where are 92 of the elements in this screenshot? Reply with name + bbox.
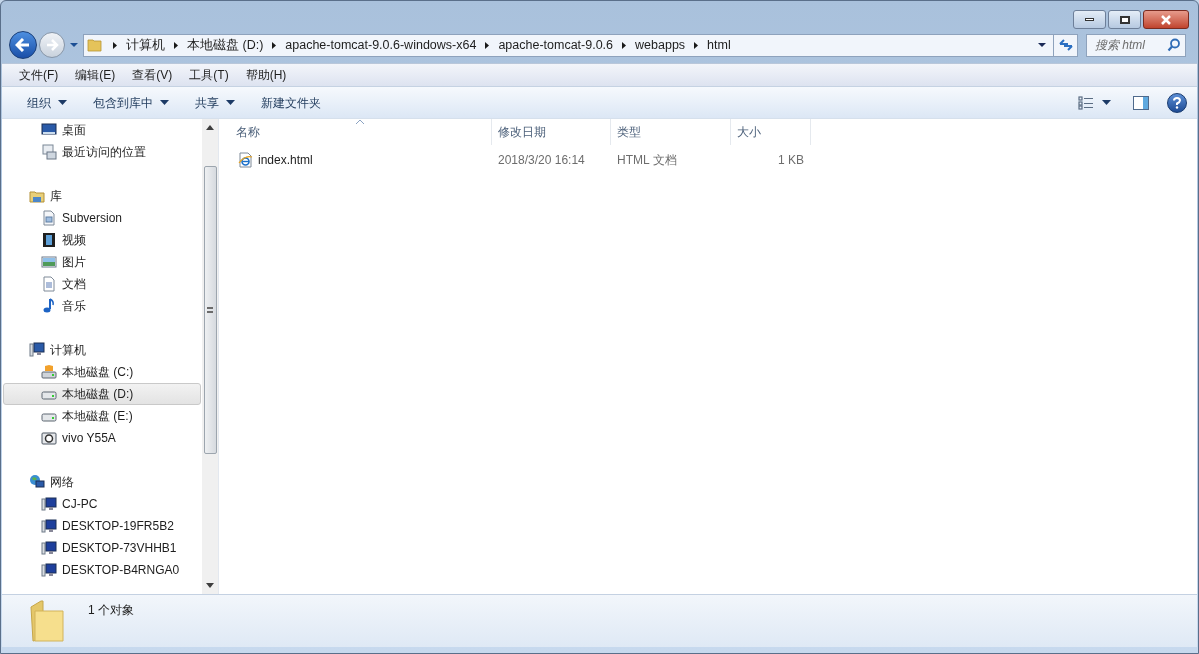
close-icon (1160, 14, 1172, 25)
type-cell-text: HTML 文档 (616, 152, 678, 169)
sidebar-item[interactable]: 音乐 (3, 295, 201, 317)
caret-icon (58, 100, 67, 105)
preview-pane-icon (1133, 95, 1149, 110)
sidebar-header[interactable]: 库 (2, 185, 202, 207)
sidebar-item[interactable]: DESKTOP-19FR5B2 (3, 515, 201, 537)
breadcrumb-item[interactable]: apache-tomcat-9.0.6 (497, 35, 615, 55)
menu-item[interactable]: 查看(V) (124, 64, 181, 86)
sidebar-item[interactable]: 视频 (3, 229, 201, 251)
date-cell-text: 2018/3/20 16:14 (497, 152, 586, 169)
folder-icon (87, 37, 103, 53)
back-button[interactable] (9, 31, 37, 59)
chevron-icon[interactable] (621, 40, 628, 50)
help-icon (1173, 96, 1181, 109)
toolbar-button[interactable]: 组织 (18, 90, 76, 115)
chevron-icon[interactable] (271, 40, 278, 50)
film-icon (41, 232, 57, 248)
scroll-down-icon[interactable] (206, 583, 214, 588)
file-name: index.html (258, 152, 313, 169)
scrollbar-thumb[interactable] (203, 166, 217, 454)
column-header[interactable]: 修改日期 (492, 119, 611, 145)
computer-icon (29, 342, 45, 358)
sidebar-item[interactable]: 本地磁盘 (C:) (3, 361, 201, 383)
breadcrumb-item[interactable]: webapps (634, 35, 687, 55)
sidebar-item[interactable]: 本地磁盘 (E:) (3, 405, 201, 427)
folder-icon (29, 599, 67, 643)
sidebar-item[interactable]: 文档 (3, 273, 201, 295)
search-icon[interactable] (1167, 37, 1181, 52)
chevron-icon[interactable] (173, 40, 179, 50)
monitor-icon (41, 122, 57, 138)
sidebar-item[interactable]: Subversion (3, 207, 201, 229)
history-dropdown-icon[interactable] (69, 42, 79, 48)
sidebar-item[interactable]: 最近访问的位置 (3, 141, 201, 163)
computer-icon (41, 540, 57, 556)
column-header[interactable]: 大小 (731, 119, 811, 145)
back-arrow-icon (15, 38, 31, 52)
chevron-icon[interactable] (484, 40, 491, 50)
picture-icon (41, 254, 57, 270)
breadcrumb-item[interactable]: apache-tomcat-9.0.6-windows-x64 (284, 35, 478, 55)
drive-icon (41, 364, 57, 380)
globe-icon (29, 474, 45, 490)
caret-icon (1102, 100, 1111, 105)
column-header[interactable]: 类型 (611, 119, 731, 145)
toolbar-button[interactable]: 包含到库中 (84, 90, 178, 115)
address-bar[interactable]: 计算机 本地磁盘 (D:) apache-tomcat-9.0.6-windows-x64 apache-tomcat-9.0.6 webapps html (83, 33, 1078, 57)
document-icon (41, 210, 57, 226)
file-row[interactable]: index.html 2018/3/20 16:14 HTML 文档 1 KB (219, 149, 1197, 171)
menu-item[interactable]: 工具(T) (181, 64, 237, 86)
caret-icon (226, 100, 235, 105)
computer-icon (41, 496, 57, 512)
sidebar-item[interactable]: DESKTOP-B4RNGA0 (3, 559, 201, 581)
forward-arrow-icon (45, 39, 59, 51)
menu-item[interactable]: 帮助(H) (237, 64, 295, 86)
computer-icon (41, 518, 57, 534)
search-field[interactable]: 搜索 html (1086, 33, 1186, 57)
sidebar-item[interactable]: 本地磁盘 (D:) (3, 383, 201, 405)
close-button[interactable] (1143, 10, 1189, 29)
minimize-button[interactable] (1073, 10, 1106, 29)
menu-item[interactable]: 文件(F) (11, 64, 67, 86)
sidebar-item[interactable]: vivo Y55A (3, 427, 201, 449)
sidebar-item[interactable]: 桌面 (3, 119, 201, 141)
music-note-icon (41, 298, 57, 314)
details-view-icon (1078, 95, 1094, 110)
menu-item[interactable]: 编辑(E) (67, 64, 124, 86)
sidebar-item[interactable]: DESKTOP-73VHHB1 (3, 537, 201, 559)
sidebar-item[interactable]: CJ-PC (3, 493, 201, 515)
chevron-icon[interactable] (693, 40, 700, 50)
column-header[interactable]: 名称 (230, 119, 492, 145)
breadcrumb-item[interactable]: html (706, 35, 732, 55)
breadcrumb-item[interactable]: 本地磁盘 (D:) (186, 35, 265, 55)
scroll-up-icon[interactable] (206, 125, 214, 130)
status-text: 1 个对象 (88, 602, 134, 619)
sidebar-item[interactable]: 图片 (3, 251, 201, 273)
document-icon (41, 276, 57, 292)
camera-icon (41, 430, 57, 446)
chevron-icon[interactable] (112, 40, 118, 50)
toolbar-button[interactable]: 共享 (186, 90, 244, 115)
breadcrumb-item[interactable]: 计算机 (125, 35, 166, 55)
help-button[interactable] (1167, 92, 1187, 113)
library-folder-icon (29, 188, 45, 204)
scrollbar[interactable] (202, 119, 218, 594)
maximize-button[interactable] (1108, 10, 1141, 29)
sidebar-header[interactable]: 计算机 (2, 339, 202, 361)
size-cell-text: 1 KB (777, 152, 805, 169)
sidebar-header[interactable]: 网络 (2, 471, 202, 493)
caret-icon (160, 100, 169, 105)
toolbar-button[interactable]: 新建文件夹 (252, 90, 330, 115)
computer-icon (41, 562, 57, 578)
html-file-icon (238, 152, 254, 168)
dropdown-icon[interactable] (1037, 42, 1047, 48)
refresh-icon (1057, 38, 1074, 52)
